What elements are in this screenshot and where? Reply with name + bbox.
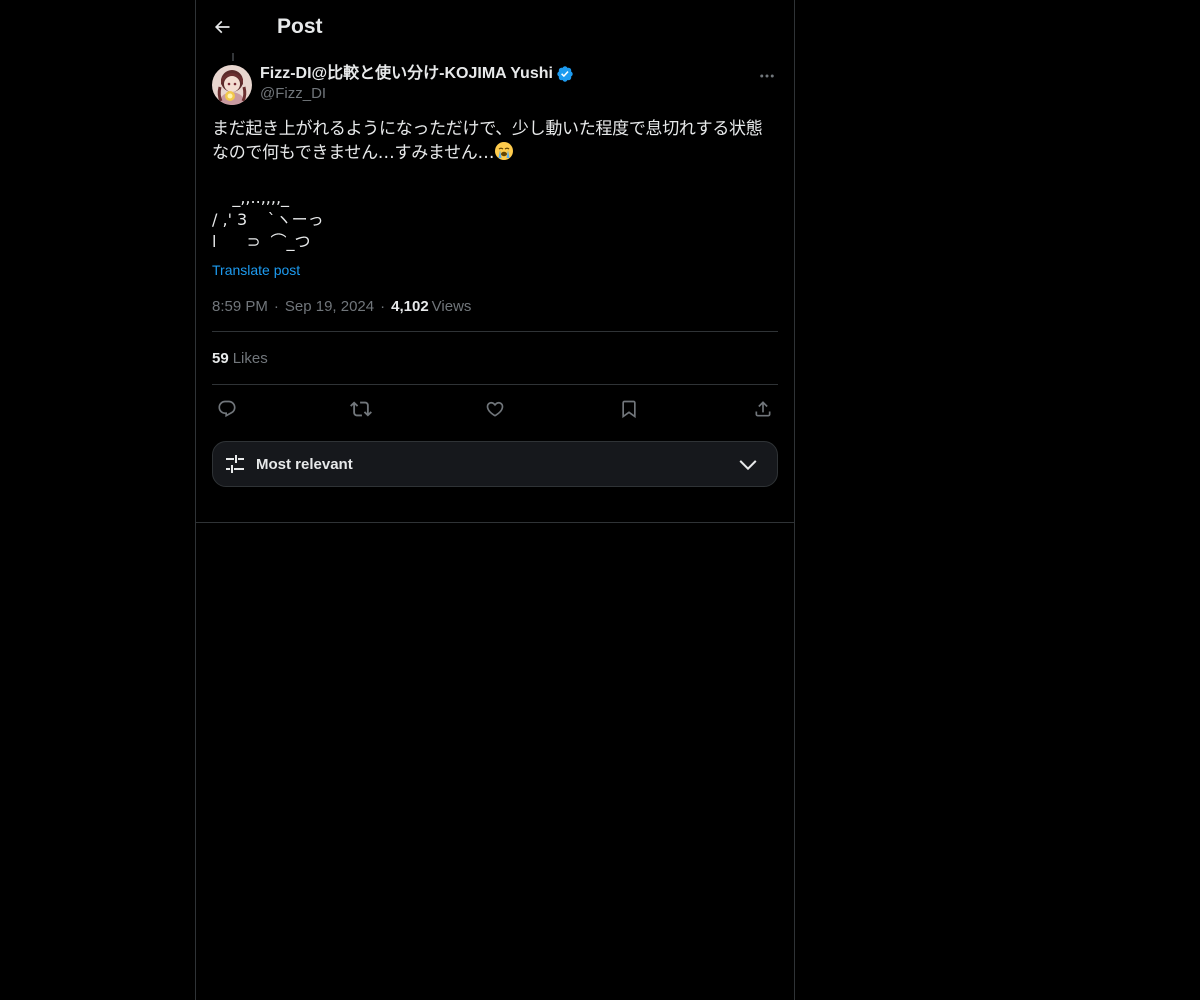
like-icon [486,401,504,417]
repost-icon [350,401,372,417]
back-button[interactable] [204,9,240,45]
top-bar: Post [196,0,794,53]
post-author-row: Fizz-DI@比較と使い分け-KOJIMA Yushi @Fizz_DI [212,61,778,105]
views-count[interactable]: 4,102 [391,298,429,315]
sliders-icon [226,455,244,473]
post-text: まだ起き上がれるようになっただけで、少し動いた程度で息切れする状態なので何もでき… [212,117,778,165]
sort-label: Most relevant [256,455,353,473]
author-name-line: Fizz-DI@比較と使い分け-KOJIMA Yushi [260,64,574,84]
ascii-art-text: _,,..,,,,_ / ,' 3 `ヽーっ l ⊃ ⌒_つ `'ー---‐''… [212,188,324,251]
verified-badge-icon[interactable] [556,65,574,83]
author-info: Fizz-DI@比較と使い分け-KOJIMA Yushi @Fizz_DI [260,61,574,104]
bookmark-button[interactable] [618,398,640,420]
likes-count: 59 [212,349,229,367]
views-label: Views [431,297,472,315]
post-body-text: まだ起き上がれるようになっただけで、少し動いた程度で息切れする状態なので何もでき… [212,119,763,163]
more-options-button[interactable] [756,65,778,87]
meta-separator: · [273,297,279,315]
post-date[interactable]: Sep 19, 2024 [285,298,374,315]
primary-column: Post Fizz-DI@比較と使い分け-KOJIMA Yushi @Fizz_… [195,0,795,1000]
likes-label: Likes [232,349,268,367]
section-divider [196,522,794,523]
author-display-name[interactable]: Fizz-DI@比較と使い分け-KOJIMA Yushi [260,64,553,84]
reply-sort-dropdown[interactable]: Most relevant [212,441,778,487]
post-time[interactable]: 8:59 PM [212,298,268,315]
post-actions-bar [212,384,778,433]
bookmark-icon [622,400,636,419]
post: Fizz-DI@比較と使い分け-KOJIMA Yushi @Fizz_DI まだ… [212,61,778,487]
author-handle[interactable]: @Fizz_DI [260,84,574,104]
repost-button[interactable] [350,398,372,420]
translate-post-link[interactable]: Translate post [212,262,300,278]
like-button[interactable] [484,398,506,420]
loudly-crying-face-icon [495,142,514,160]
post-metadata: 8:59 PM · Sep 19, 2024 · 4,102 Views [212,296,778,316]
meta-separator: · [380,297,386,315]
avatar-image [212,65,252,105]
reply-button[interactable] [216,398,238,420]
reply-icon [218,400,236,418]
likes-stat[interactable]: 59 Likes [212,332,778,384]
chevron-down-icon [739,460,757,471]
page-title: Post [277,14,323,38]
share-button[interactable] [752,398,774,420]
avatar[interactable] [212,65,252,105]
more-horizontal-icon [760,74,774,78]
thread-connector-line [232,53,234,61]
share-icon [755,401,771,417]
arrow-left-icon [214,20,230,33]
